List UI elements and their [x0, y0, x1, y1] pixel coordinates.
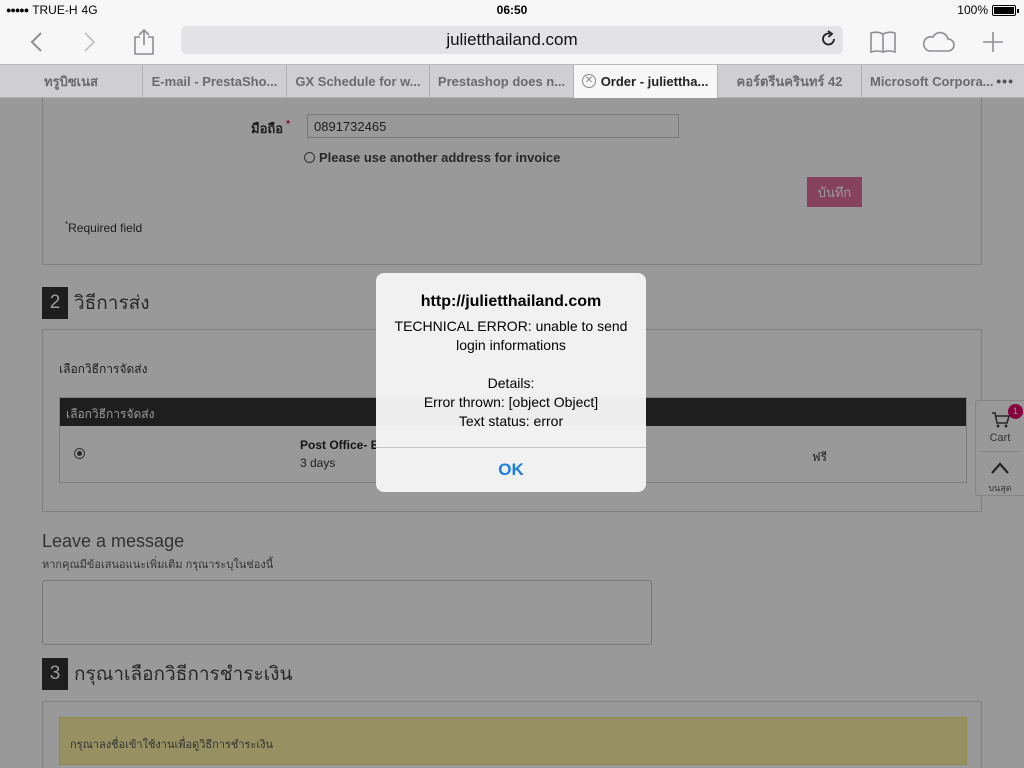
cloud-icon — [922, 31, 955, 52]
tab-5[interactable]: คอร์ตรีนครินทร์ 42 — [718, 65, 862, 98]
status-bar: ●●●●● TRUE-H 4G 06:50 100% — [0, 0, 1024, 20]
plus-icon — [983, 32, 1003, 52]
browser-toolbar: julietthailand.com — [0, 20, 1024, 64]
battery-icon — [992, 4, 1019, 16]
address-bar[interactable]: julietthailand.com — [181, 26, 843, 54]
tab-1[interactable]: E-mail - PrestaSho... — [143, 65, 287, 98]
alert-dialog: http://julietthailand.com TECHNICAL ERRO… — [376, 273, 646, 492]
alert-message: TECHNICAL ERROR: unable to send login in… — [386, 317, 636, 431]
tab-label: E-mail - PrestaSho... — [151, 74, 278, 89]
tab-label: GX Schedule for w... — [295, 74, 421, 89]
tab-2[interactable]: GX Schedule for w... — [287, 65, 430, 98]
tab-bar: ทรูบิซเนส E-mail - PrestaSho... GX Sched… — [0, 64, 1024, 98]
reload-icon — [822, 30, 835, 46]
tab-label: Prestashop does n... — [437, 74, 566, 89]
alert-line: Text status: error — [458, 413, 564, 429]
tab-label: ทรูบิซเนส — [44, 74, 98, 89]
alert-line: login informations — [456, 337, 566, 353]
tab-label: คอร์ตรีนครินทร์ 42 — [736, 74, 843, 89]
tab-0[interactable]: ทรูบิซเนส — [0, 65, 143, 98]
tab-4-active[interactable]: ✕ Order - juliettha... — [574, 65, 718, 98]
alert-line: Details: — [487, 375, 535, 391]
share-button[interactable] — [126, 24, 162, 60]
back-button[interactable] — [18, 24, 54, 60]
alert-line: TECHNICAL ERROR: unable to send — [394, 318, 628, 334]
alert-title: http://julietthailand.com — [420, 293, 602, 310]
tab-label: Microsoft Corpora... — [870, 74, 994, 89]
more-tabs-icon[interactable]: ••• — [996, 73, 1014, 89]
clock: 06:50 — [496, 3, 528, 17]
tab-3[interactable]: Prestashop does n... — [430, 65, 574, 98]
chevron-right-icon — [84, 32, 96, 52]
icloud-tabs-button[interactable] — [920, 24, 956, 60]
share-icon — [134, 28, 154, 55]
bookmarks-button[interactable] — [865, 24, 901, 60]
tab-label: Order - juliettha... — [600, 74, 709, 89]
status-right: 100% — [957, 3, 1019, 17]
alert-line: Error thrown: [object Object] — [423, 394, 599, 410]
forward-button[interactable] — [72, 24, 108, 60]
ok-button[interactable]: OK — [376, 448, 646, 492]
book-icon — [870, 31, 896, 54]
new-tab-button[interactable] — [975, 24, 1011, 60]
battery-percent: 100% — [957, 3, 988, 17]
reload-button[interactable] — [821, 30, 837, 53]
close-tab-icon[interactable]: ✕ — [582, 74, 596, 88]
url-text: julietthailand.com — [446, 30, 578, 49]
chevron-left-icon — [30, 32, 42, 52]
alert-line — [386, 355, 636, 374]
